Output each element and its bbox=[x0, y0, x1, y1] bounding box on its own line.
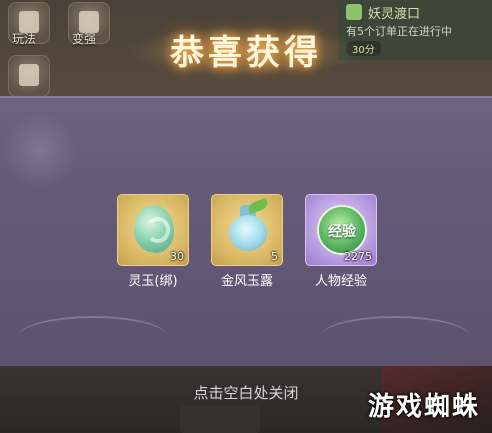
scene-floor-object bbox=[180, 405, 260, 433]
item-count: 2275 bbox=[344, 250, 372, 263]
reward-title: 恭喜获得 bbox=[170, 33, 322, 73]
reward-item-experience[interactable]: 经验 2275 人物经验 bbox=[305, 194, 379, 289]
experience-orb-text: 经验 bbox=[328, 224, 356, 240]
item-name: 金风玉露 bbox=[220, 274, 273, 289]
reward-item-potion[interactable]: 5 金风玉露 bbox=[211, 194, 285, 289]
jade-icon bbox=[134, 205, 174, 253]
item-frame: 30 bbox=[117, 194, 189, 266]
item-frame: 经验 2275 bbox=[305, 194, 377, 266]
panel-haze-decoration bbox=[0, 116, 80, 186]
item-count: 5 bbox=[271, 250, 278, 263]
potion-bottle-icon bbox=[229, 215, 267, 251]
item-name: 灵玉(绑) bbox=[128, 274, 178, 289]
watermark-logo: 游戏蜘蛛 bbox=[368, 392, 481, 422]
item-count: 30 bbox=[170, 250, 184, 263]
delivery-icon bbox=[346, 4, 362, 20]
reward-item-jade[interactable]: 30 灵玉(绑) bbox=[117, 194, 191, 289]
notification-title: 妖灵渡口 bbox=[368, 7, 421, 22]
item-frame: 5 bbox=[211, 194, 283, 266]
cloud-decoration-left bbox=[18, 316, 168, 358]
leaf-icon bbox=[246, 197, 270, 215]
item-name: 人物经验 bbox=[314, 274, 367, 289]
cloud-decoration-right bbox=[320, 316, 470, 358]
reward-panel: 30 灵玉(绑) 5 金风玉露 经验 2275 人物经验 bbox=[0, 96, 492, 366]
experience-orb-icon: 经验 bbox=[317, 205, 367, 255]
